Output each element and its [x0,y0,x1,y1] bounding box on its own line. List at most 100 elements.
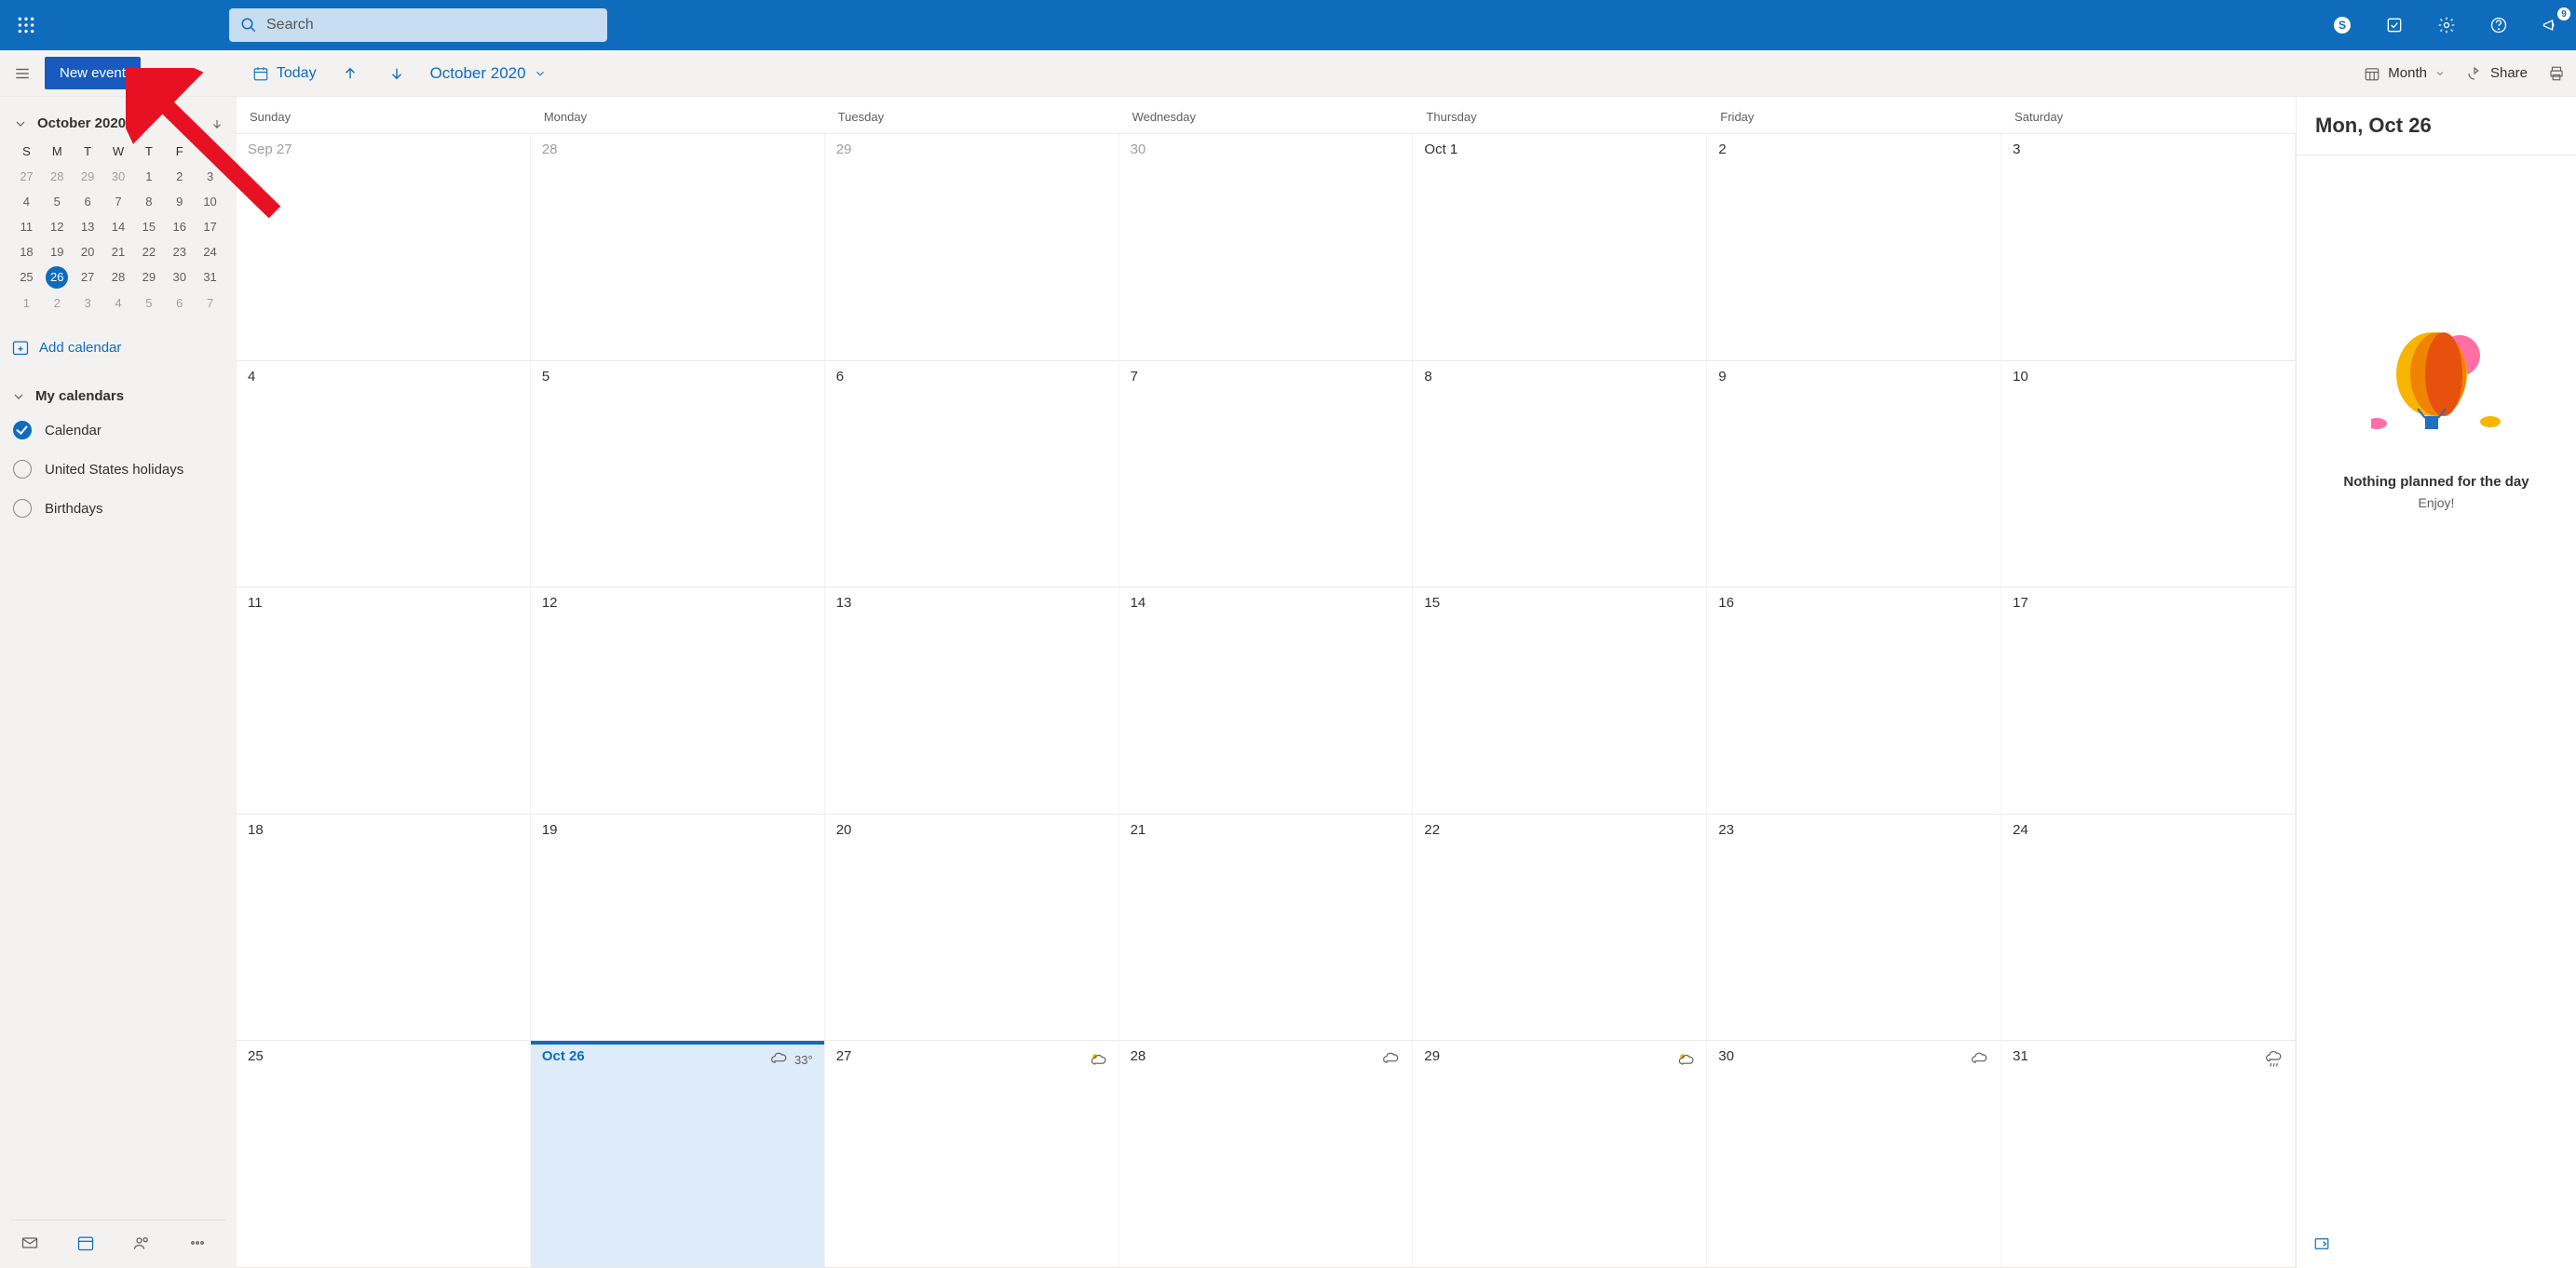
day-cell[interactable]: 30 [1707,1041,2001,1267]
mini-day-cell[interactable]: 20 [73,245,103,259]
day-cell[interactable]: 16 [1707,587,2001,814]
day-cell[interactable]: 17 [2001,587,2296,814]
arrow-down-icon[interactable] [210,117,224,130]
calendar-checkbox[interactable] [13,460,32,479]
mini-day-cell[interactable]: 7 [195,296,225,310]
mini-day-cell[interactable]: 2 [164,169,195,183]
mini-day-cell[interactable]: 19 [42,245,73,259]
day-cell[interactable]: 15 [1413,587,1707,814]
view-picker-button[interactable]: Month [2364,65,2446,82]
mini-day-cell[interactable]: 29 [73,169,103,183]
mini-day-cell[interactable]: 11 [11,220,42,234]
mini-day-cell[interactable]: 3 [195,169,225,183]
day-cell[interactable]: 28 [531,134,825,360]
mini-day-cell[interactable]: 18 [11,245,42,259]
day-cell[interactable]: 29 [1413,1041,1707,1267]
day-cell[interactable]: 9 [1707,361,2001,587]
print-button[interactable] [2548,65,2565,82]
mini-day-cell[interactable]: 31 [195,270,225,285]
day-cell[interactable]: 14 [1119,587,1414,814]
mini-day-cell[interactable]: 28 [42,169,73,183]
mini-day-cell[interactable]: 30 [103,169,134,183]
calendar-checkbox[interactable] [13,499,32,518]
todo-button[interactable] [2379,9,2410,41]
mini-day-cell[interactable]: 13 [73,220,103,234]
skype-button[interactable]: S [2326,9,2358,41]
menu-toggle-button[interactable] [7,59,37,88]
mini-day-cell[interactable]: 30 [164,270,195,285]
my-calendars-header[interactable]: My calendars [11,388,225,404]
mini-day-cell[interactable]: 9 [164,195,195,209]
mini-day-cell[interactable]: 17 [195,220,225,234]
day-cell[interactable]: Oct 1 [1413,134,1707,360]
mini-day-cell[interactable]: 27 [11,169,42,183]
day-cell[interactable]: 24 [2001,815,2296,1041]
day-cell[interactable]: 13 [825,587,1119,814]
day-cell[interactable]: 3 [2001,134,2296,360]
day-cell[interactable]: 12 [531,587,825,814]
mini-day-cell[interactable]: 24 [195,245,225,259]
more-modules-button[interactable] [188,1234,207,1255]
mini-day-cell[interactable]: 6 [164,296,195,310]
calendar-checkbox[interactable] [13,421,32,439]
day-cell[interactable]: Sep 27 [237,134,531,360]
mini-day-cell[interactable]: 2 [42,296,73,310]
mini-day-cell[interactable]: 29 [133,270,164,285]
mini-day-cell[interactable]: 3 [73,296,103,310]
day-cell[interactable]: 27 [825,1041,1119,1267]
day-cell[interactable]: 19 [531,815,825,1041]
mini-day-cell[interactable]: 15 [133,220,164,234]
day-cell[interactable]: 23 [1707,815,2001,1041]
mini-day-cell[interactable]: 8 [133,195,164,209]
day-cell[interactable]: 22 [1413,815,1707,1041]
day-cell[interactable]: 25 [237,1041,531,1267]
app-launcher-button[interactable] [9,8,43,42]
prev-month-button[interactable] [337,61,363,87]
mini-day-cell[interactable]: 27 [73,270,103,285]
mini-day-cell[interactable]: 4 [11,195,42,209]
search-box[interactable] [229,8,607,42]
calendar-list-item[interactable]: United States holidays [13,460,225,479]
add-calendar-button[interactable]: Add calendar [11,338,225,357]
day-cell[interactable]: 6 [825,361,1119,587]
mini-day-cell[interactable]: 10 [195,195,225,209]
calendar-list-item[interactable]: Birthdays [13,499,225,518]
mini-day-cell[interactable]: 28 [103,270,134,285]
day-cell[interactable]: 18 [237,815,531,1041]
day-cell[interactable]: 2 [1707,134,2001,360]
mini-day-cell[interactable]: 5 [133,296,164,310]
mini-day-cell[interactable]: 1 [133,169,164,183]
day-cell[interactable]: 8 [1413,361,1707,587]
mail-module-button[interactable] [20,1234,39,1255]
next-month-button[interactable] [384,61,410,87]
day-cell[interactable]: 5 [531,361,825,587]
day-cell[interactable]: 7 [1119,361,1414,587]
day-cell[interactable]: Oct 2633° [531,1041,825,1267]
mini-day-cell[interactable]: 22 [133,245,164,259]
mini-day-cell[interactable]: 4 [103,296,134,310]
day-cell[interactable]: 4 [237,361,531,587]
day-cell[interactable]: 29 [825,134,1119,360]
mini-day-cell[interactable]: 26 [42,270,73,285]
collapse-panel-icon[interactable] [2313,1235,2330,1252]
help-button[interactable] [2483,9,2515,41]
mini-day-cell[interactable]: 25 [11,270,42,285]
share-button[interactable]: Share [2466,65,2528,82]
day-cell[interactable]: 31 [2001,1041,2296,1267]
month-picker-button[interactable]: October 2020 [430,64,547,83]
mini-day-cell[interactable]: 23 [164,245,195,259]
mini-day-cell[interactable]: 21 [103,245,134,259]
mini-day-cell[interactable]: 16 [164,220,195,234]
arrow-up-icon[interactable] [184,117,197,130]
mini-day-cell[interactable]: 1 [11,296,42,310]
mini-day-cell[interactable]: 6 [73,195,103,209]
day-cell[interactable]: 21 [1119,815,1414,1041]
settings-button[interactable] [2431,9,2462,41]
mini-calendar-header[interactable]: October 2020 [11,115,225,131]
day-cell[interactable]: 28 [1119,1041,1414,1267]
mini-day-cell[interactable]: 14 [103,220,134,234]
day-cell[interactable]: 30 [1119,134,1414,360]
day-cell[interactable]: 20 [825,815,1119,1041]
search-input[interactable] [266,17,596,34]
notifications-button[interactable]: 9 [2535,9,2567,41]
